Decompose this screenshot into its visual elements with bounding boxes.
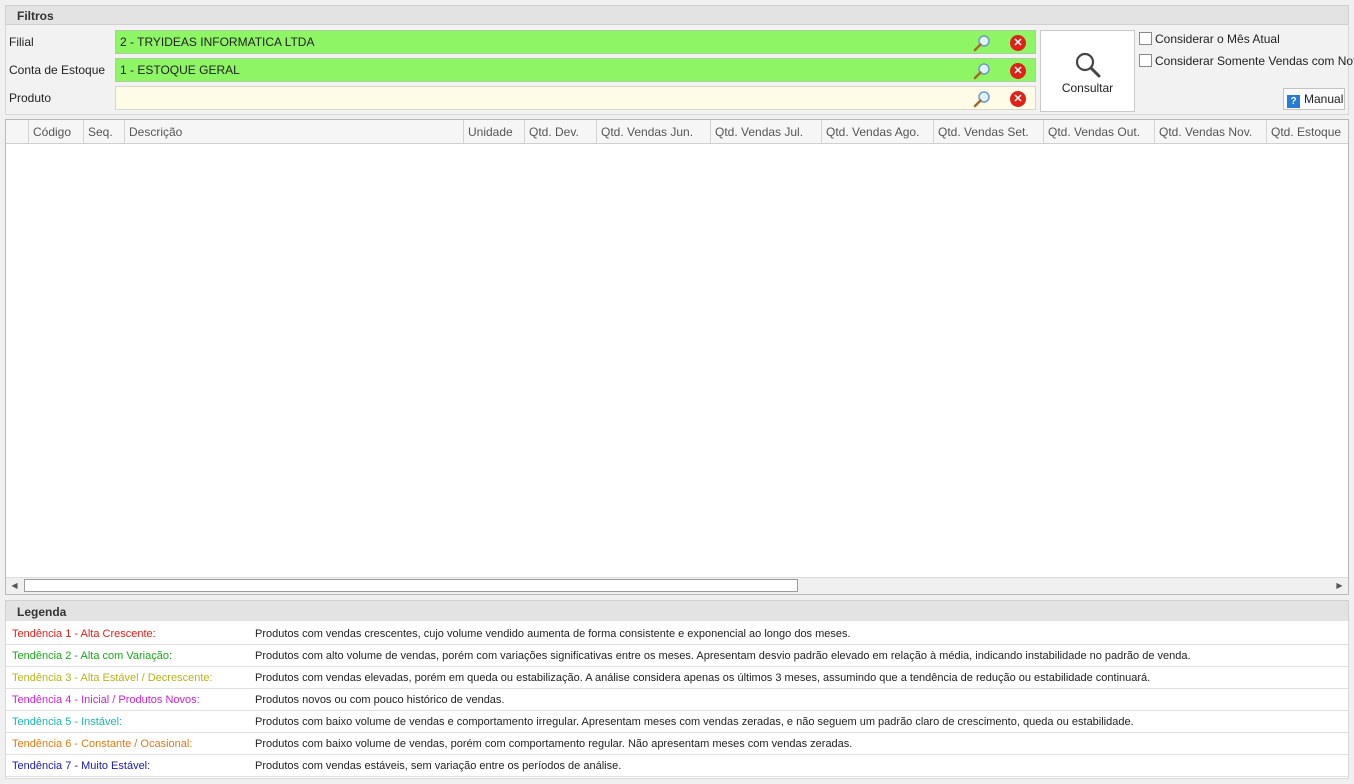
clear-icon[interactable]: ✕ xyxy=(1010,35,1026,51)
legend-item-description: Produtos com baixo volume de vendas e co… xyxy=(255,716,1134,728)
column-header[interactable]: Qtd. Estoque xyxy=(1266,120,1348,143)
legend-item-title: Tendência 4 - Inicial / Produtos Novos: xyxy=(12,694,200,706)
checkbox-vendas-nota[interactable]: Considerar Somente Vendas com Nota xyxy=(1139,54,1354,68)
legend-item-title: Tendência 7 - Muito Estável: xyxy=(12,760,151,772)
column-header[interactable]: Qtd. Vendas Out. xyxy=(1043,120,1154,143)
legend-item-title: Tendência 6 - Constante / Ocasional: xyxy=(12,738,193,750)
legend-title: Legenda xyxy=(17,605,67,619)
legend-row: Tendência 6 - Constante / Ocasional: Pro… xyxy=(6,733,1348,755)
legend-row: Tendência 3 - Alta Estável / Decrescente… xyxy=(6,667,1348,689)
legend-row: Tendência 1 - Alta Crescente: Produtos c… xyxy=(6,623,1348,645)
column-header[interactable]: Seq. xyxy=(83,120,124,143)
column-header[interactable]: Qtd. Vendas Ago. xyxy=(821,120,933,143)
scroll-thumb[interactable] xyxy=(24,579,798,592)
legend-row: Tendência 4 - Inicial / Produtos Novos: … xyxy=(6,689,1348,711)
scroll-left-icon[interactable]: ◀ xyxy=(7,579,22,593)
horizontal-scrollbar[interactable]: ◀ ▶ xyxy=(6,577,1348,594)
column-header[interactable]: Qtd. Vendas Set. xyxy=(933,120,1043,143)
legend-row: Tendência 7 - Muito Estável: Produtos co… xyxy=(6,755,1348,777)
lookup-icon[interactable] xyxy=(973,90,991,108)
checkbox-label: Considerar Somente Vendas com Nota xyxy=(1155,54,1354,68)
lookup-icon[interactable] xyxy=(973,34,991,52)
legend-item-description: Produtos com vendas estáveis, sem variaç… xyxy=(255,760,622,772)
filial-label: Filial xyxy=(9,35,34,49)
legend-header: Legenda xyxy=(5,600,1349,622)
manual-label: Manual xyxy=(1304,92,1344,106)
column-header[interactable]: Qtd. Vendas Jun. xyxy=(596,120,710,143)
legend-item-title: Tendência 5 - Instável: xyxy=(12,716,123,728)
checkbox-box[interactable] xyxy=(1139,32,1152,45)
column-header[interactable]: Unidade xyxy=(463,120,524,143)
legend-item-description: Produtos com vendas crescentes, cujo vol… xyxy=(255,628,851,640)
conta-estoque-label: Conta de Estoque xyxy=(9,63,106,77)
legend-panel: Tendência 1 - Alta Crescente: Produtos c… xyxy=(5,621,1349,779)
lookup-icon[interactable] xyxy=(973,62,991,80)
legend-row: Tendência 2 - Alta com Variação: Produto… xyxy=(6,645,1348,667)
column-header[interactable]: Qtd. Dev. xyxy=(524,120,596,143)
legend-item-description: Produtos com baixo volume de vendas, por… xyxy=(255,738,853,750)
legend-item-title: Tendência 3 - Alta Estável / Decrescente… xyxy=(12,672,213,684)
grid-header: Código Seq. Descrição Unidade Qtd. Dev. … xyxy=(6,120,1348,144)
column-header[interactable]: Qtd. Vendas Nov. xyxy=(1154,120,1266,143)
conta-estoque-value: 1 - ESTOQUE GERAL xyxy=(120,63,240,77)
legend-item-description: Produtos novos ou com pouco histórico de… xyxy=(255,694,505,706)
help-icon: ? xyxy=(1287,95,1300,108)
checkbox-mes-atual[interactable]: Considerar o Mês Atual xyxy=(1139,32,1280,46)
legend-item-description: Produtos com vendas elevadas, porém em q… xyxy=(255,672,1151,684)
filial-field[interactable]: 2 - TRYIDEAS INFORMATICA LTDA ✕ xyxy=(115,30,1036,54)
checkbox-box[interactable] xyxy=(1139,54,1152,67)
clear-icon[interactable]: ✕ xyxy=(1010,91,1026,107)
filial-value: 2 - TRYIDEAS INFORMATICA LTDA xyxy=(120,35,315,49)
produto-field[interactable]: ✕ xyxy=(115,86,1036,110)
manual-button[interactable]: ? Manual xyxy=(1283,88,1345,110)
conta-estoque-field[interactable]: 1 - ESTOQUE GERAL ✕ xyxy=(115,58,1036,82)
legend-item-title: Tendência 1 - Alta Crescente: xyxy=(12,628,156,640)
clear-icon[interactable]: ✕ xyxy=(1010,63,1026,79)
legend-item-title: Tendência 2 - Alta com Variação: xyxy=(12,650,172,662)
search-icon xyxy=(1075,52,1101,78)
scroll-right-icon[interactable]: ▶ xyxy=(1332,579,1347,593)
legend-row: Tendência 5 - Instável: Produtos com bai… xyxy=(6,711,1348,733)
produto-label: Produto xyxy=(9,91,52,105)
filters-header: Filtros xyxy=(5,5,1349,25)
consult-label: Consultar xyxy=(1061,81,1114,95)
legend-item-description: Produtos com alto volume de vendas, poré… xyxy=(255,650,1191,662)
column-header[interactable]: Descrição xyxy=(124,120,463,143)
filters-title: Filtros xyxy=(17,9,54,23)
column-header[interactable]: Código xyxy=(28,120,83,143)
checkbox-label: Considerar o Mês Atual xyxy=(1155,32,1280,46)
consult-button[interactable]: Consultar xyxy=(1040,30,1135,112)
results-grid[interactable]: Código Seq. Descrição Unidade Qtd. Dev. … xyxy=(5,119,1349,595)
column-header[interactable]: Qtd. Vendas Jul. xyxy=(710,120,821,143)
